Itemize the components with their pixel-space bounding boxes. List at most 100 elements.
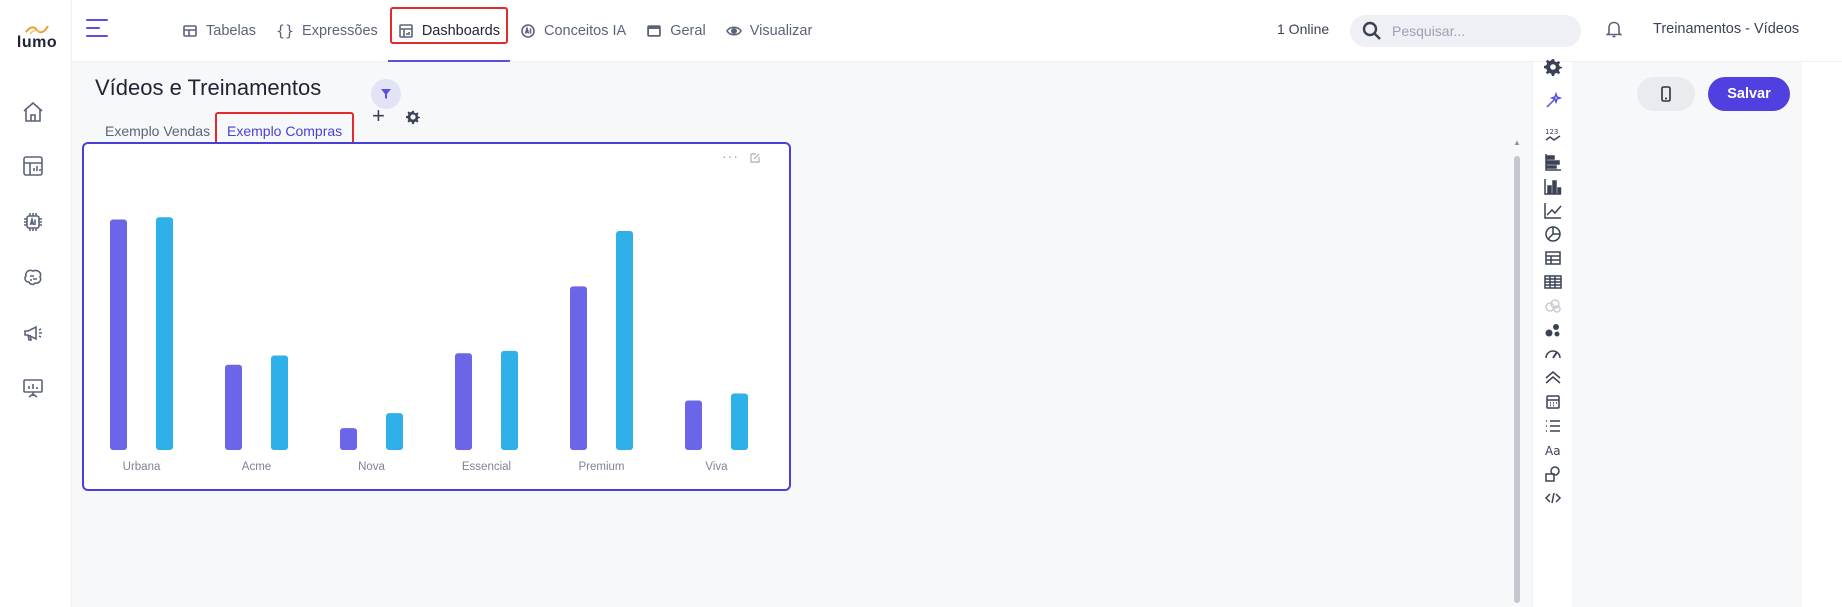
project-name[interactable]: Treinamentos - Vídeos bbox=[1653, 21, 1799, 37]
gauge-tool[interactable] bbox=[1542, 343, 1564, 365]
tab-visualizar[interactable]: Visualizar bbox=[716, 0, 823, 62]
chart-bar-urbana-s2[interactable] bbox=[156, 217, 173, 450]
line-chart-tool[interactable] bbox=[1542, 199, 1564, 221]
tab-conceitos-ia[interactable]: Conceitos IA bbox=[510, 0, 636, 62]
tab-label: Geral bbox=[670, 23, 706, 39]
x-tick-label: Acme bbox=[242, 461, 271, 473]
sidebar-item-dashboards[interactable] bbox=[18, 151, 48, 181]
chart-bar-essencial-s2[interactable] bbox=[501, 350, 518, 450]
pie-chart-icon bbox=[1545, 226, 1561, 242]
chart-bar-viva-s1[interactable] bbox=[685, 400, 702, 450]
sidebar-item-home[interactable] bbox=[18, 97, 48, 127]
pie-chart-tool[interactable] bbox=[1542, 223, 1564, 245]
chart-bar-urbana-s1[interactable] bbox=[110, 219, 127, 450]
text-format-icon: Aa bbox=[1545, 444, 1561, 458]
code-tool[interactable] bbox=[1542, 487, 1564, 509]
table-icon bbox=[183, 25, 197, 37]
chart-bar-nova-s2[interactable] bbox=[386, 413, 403, 450]
bell-icon bbox=[1605, 21, 1623, 38]
chart-bar-acme-s2[interactable] bbox=[271, 355, 288, 450]
add-dashboard-tab-button[interactable]: + bbox=[372, 105, 385, 127]
smartphone-icon bbox=[1661, 86, 1671, 102]
search-box[interactable] bbox=[1350, 15, 1581, 47]
main-nav: Tabelas {} Expressões Dashboards Conceit… bbox=[172, 0, 822, 62]
chart-bar-acme-s1[interactable] bbox=[225, 364, 242, 450]
window-icon bbox=[647, 25, 662, 37]
magic-wand-icon bbox=[1546, 92, 1562, 108]
dashboard-icon bbox=[23, 156, 43, 176]
search-input[interactable] bbox=[1392, 23, 1562, 39]
line-chart-icon bbox=[1544, 203, 1562, 219]
chart-bar-essencial-s1[interactable] bbox=[455, 353, 472, 450]
save-button[interactable]: Salvar bbox=[1708, 77, 1790, 111]
area-chart-icon bbox=[1545, 371, 1561, 384]
notifications-button[interactable] bbox=[1604, 19, 1626, 41]
ai-magic-tool[interactable] bbox=[1542, 90, 1564, 112]
x-tick-label: Premium bbox=[578, 461, 624, 473]
tab-expressoes[interactable]: {} Expressões bbox=[266, 0, 388, 62]
logo-text: lumo bbox=[16, 34, 58, 51]
sidebar-item-brain[interactable] bbox=[18, 263, 48, 293]
number-widget-tool[interactable]: 123 bbox=[1542, 124, 1564, 146]
vertical-scrollbar[interactable]: ▲ bbox=[1513, 138, 1521, 607]
menu-bar-line bbox=[86, 35, 108, 37]
x-tick-label: Essencial bbox=[462, 461, 511, 473]
x-tick-label: Nova bbox=[358, 461, 385, 473]
tab-tabelas[interactable]: Tabelas bbox=[172, 0, 266, 62]
area-chart-tool[interactable] bbox=[1542, 367, 1564, 389]
scroll-thumb[interactable] bbox=[1514, 156, 1520, 603]
pivot-table-tool[interactable] bbox=[1542, 271, 1564, 293]
table-tool[interactable] bbox=[1542, 247, 1564, 269]
mobile-preview-button[interactable] bbox=[1637, 77, 1695, 111]
eye-icon bbox=[725, 26, 742, 36]
tab-dashboards[interactable]: Dashboards bbox=[387, 0, 511, 62]
horizontal-bar-tool[interactable] bbox=[1542, 151, 1564, 173]
tab-label: Visualizar bbox=[749, 23, 813, 39]
bar-chart: Urbana Acme Nova Essencial Premium Viva bbox=[110, 217, 748, 473]
sidebar-item-campaigns[interactable] bbox=[18, 318, 48, 348]
word-cloud-icon bbox=[1545, 299, 1561, 313]
menu-bar-line bbox=[86, 27, 100, 29]
vertical-bar-tool[interactable] bbox=[1542, 175, 1564, 197]
bubble-chart-tool[interactable] bbox=[1542, 319, 1564, 341]
tab-geral[interactable]: Geral bbox=[636, 0, 715, 62]
chart-bar-nova-s1[interactable] bbox=[340, 428, 357, 450]
highlight-box bbox=[389, 7, 508, 44]
megaphone-icon bbox=[24, 325, 42, 341]
gear-icon bbox=[1544, 59, 1562, 76]
sidebar-item-presentations[interactable] bbox=[18, 373, 48, 403]
left-sidebar: lumo bbox=[0, 0, 72, 607]
x-tick-label: Urbana bbox=[123, 461, 161, 473]
chart-bar-viva-s2[interactable] bbox=[731, 393, 748, 450]
presentation-icon bbox=[23, 379, 43, 398]
scroll-up-icon[interactable]: ▲ bbox=[1513, 138, 1521, 147]
menu-toggle-button[interactable] bbox=[86, 19, 108, 41]
chart-card[interactable]: ··· Urbana Acme Nova Essencial Premium Viva bbox=[82, 142, 791, 491]
sidebar-item-ai[interactable] bbox=[18, 207, 48, 237]
code-icon bbox=[1544, 492, 1562, 504]
shapes-tool[interactable] bbox=[1542, 463, 1564, 485]
number-trend-icon: 123 bbox=[1545, 128, 1561, 141]
ai-chip-icon bbox=[24, 213, 42, 231]
dashboard-settings-button[interactable] bbox=[406, 110, 420, 124]
settings-tool[interactable] bbox=[1542, 56, 1564, 78]
text-tool[interactable]: Aa bbox=[1542, 439, 1564, 461]
list-tool[interactable] bbox=[1542, 415, 1564, 437]
chart-bar-premium-s2[interactable] bbox=[616, 231, 633, 450]
chart-bar-premium-s1[interactable] bbox=[570, 286, 587, 450]
tab-label: Tabelas bbox=[206, 23, 256, 39]
ai-chip-icon bbox=[521, 24, 535, 38]
gauge-icon bbox=[1545, 350, 1561, 359]
svg-text:Aa: Aa bbox=[1545, 444, 1561, 458]
highlight-box bbox=[215, 112, 355, 145]
home-icon bbox=[23, 101, 43, 122]
x-tick-label: Viva bbox=[705, 461, 728, 473]
horizontal-bar-chart-icon bbox=[1545, 154, 1561, 171]
lumo-logo[interactable]: lumo bbox=[12, 22, 62, 56]
gear-icon bbox=[406, 110, 420, 124]
cloud-tool[interactable] bbox=[1542, 295, 1564, 317]
calendar-icon bbox=[1546, 395, 1560, 409]
svg-text:123: 123 bbox=[1545, 128, 1558, 136]
search-icon bbox=[1362, 21, 1381, 40]
calendar-tool[interactable] bbox=[1542, 391, 1564, 413]
